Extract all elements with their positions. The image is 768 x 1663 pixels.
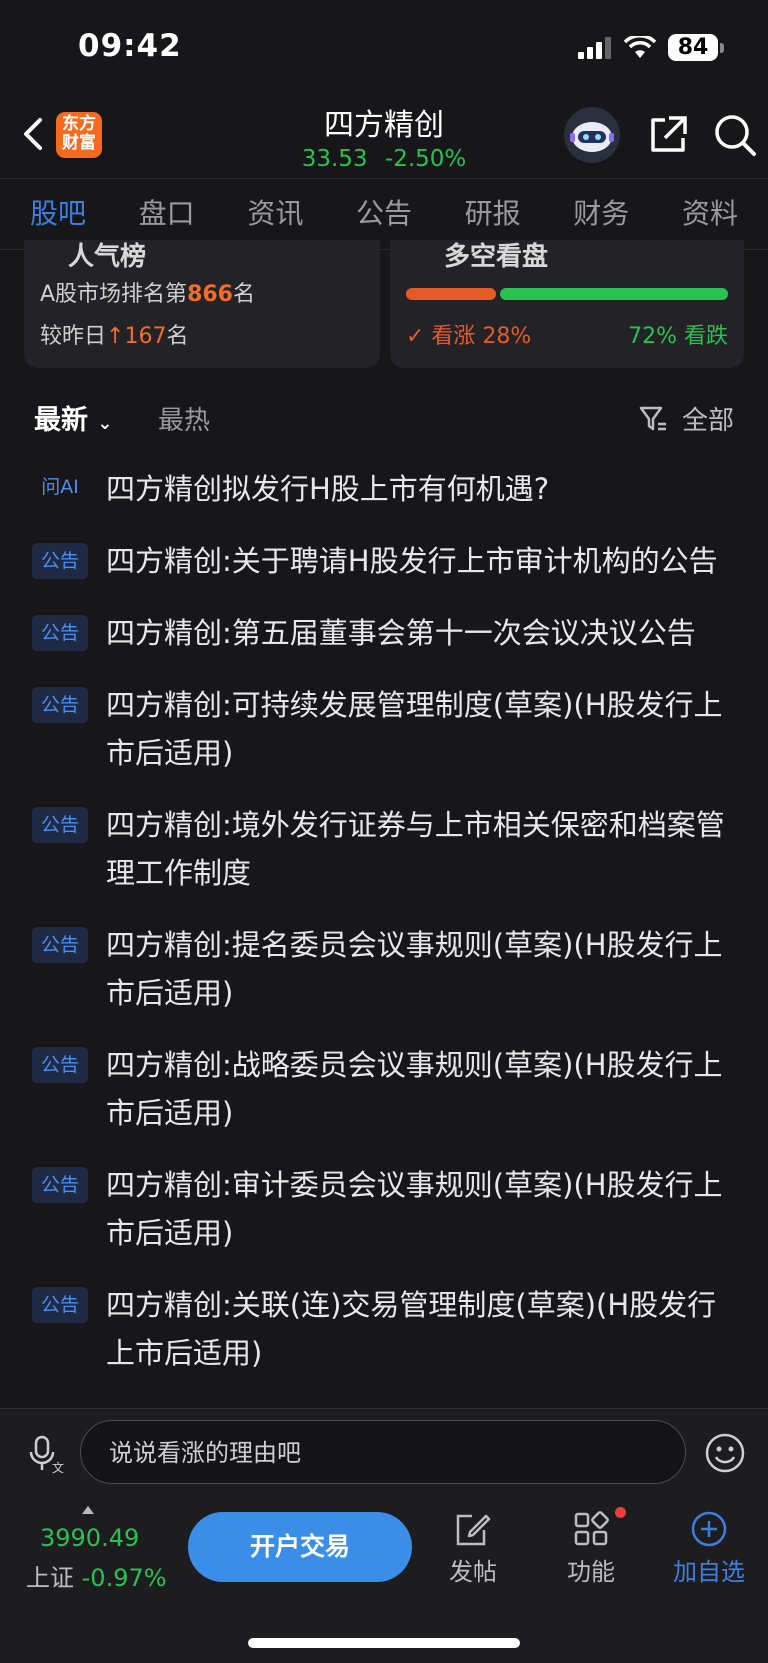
share-icon[interactable]	[645, 112, 691, 158]
post-feed: 问AI 四方精创拟发行H股上市有何机遇? 公告 四方精创:关于聘请H股发行上市审…	[32, 465, 742, 1401]
bearish-bar	[500, 288, 728, 300]
bullish-label[interactable]: ✓ 看涨 28%	[406, 318, 531, 350]
post-button[interactable]: 发帖	[428, 1510, 518, 1587]
tab-news[interactable]: 资讯	[247, 179, 303, 249]
filter-all[interactable]: 全部	[638, 400, 734, 437]
change-suffix: 名	[166, 324, 189, 349]
bearish-label[interactable]: 72% 看跌	[628, 318, 728, 350]
chevron-down-icon: ⌄	[97, 413, 113, 434]
notification-dot	[615, 1507, 626, 1518]
filter-latest-label: 最新	[34, 405, 88, 436]
tab-profile[interactable]: 资料	[682, 179, 738, 249]
battery-tip	[720, 42, 724, 53]
list-item[interactable]: 公告 四方精创:可持续发展管理制度(草案)(H股发行上市后适用)	[32, 681, 742, 777]
status-time: 09:42	[78, 28, 182, 64]
post-tag: 公告	[32, 1167, 88, 1203]
list-item[interactable]: 公告 四方精创:战略委员会议事规则(草案)(H股发行上市后适用)	[32, 1041, 742, 1137]
filter-icon	[639, 406, 666, 430]
expand-arrow-icon[interactable]	[82, 1506, 94, 1514]
post-tag: 公告	[32, 687, 88, 723]
list-item[interactable]: 公告 四方精创:提名委员会议事规则(草案)(H股发行上市后适用)	[32, 921, 742, 1017]
rank-prefix: A股市场排名第	[40, 282, 188, 307]
post-title: 四方精创:关联(连)交易管理制度(草案)(H股发行上市后适用)	[106, 1288, 717, 1370]
open-account-button[interactable]: 开户交易	[188, 1512, 412, 1582]
add-watchlist-label: 加自选	[673, 1558, 745, 1586]
tab-pankou[interactable]: 盘口	[139, 179, 195, 249]
rank-value: 866	[187, 282, 233, 307]
plus-circle-icon	[691, 1511, 727, 1547]
post-tag: 公告	[32, 1287, 88, 1323]
stock-change: -2.50%	[384, 146, 467, 172]
emoji-icon[interactable]	[704, 1432, 746, 1474]
list-item[interactable]: 公告 四方精创:境外发行证券与上市相关保密和档案管理工作制度	[32, 801, 742, 897]
list-item[interactable]: 问AI 四方精创拟发行H股上市有何机遇?	[32, 465, 742, 513]
filter-all-label: 全部	[681, 406, 734, 436]
home-indicator[interactable]	[248, 1638, 520, 1648]
market-rank: A股市场排名第866名	[40, 276, 255, 308]
index-value[interactable]: 3990.49	[40, 1524, 139, 1552]
robot-assistant-icon[interactable]	[564, 107, 620, 163]
list-item[interactable]: 公告 四方精创:关联(连)交易管理制度(草案)(H股发行上市后适用)	[32, 1281, 742, 1377]
stock-price: 33.53	[301, 146, 368, 172]
post-tag: 公告	[32, 807, 88, 843]
list-item[interactable]: 公告 四方精创:关于聘请H股发行上市审计机构的公告	[32, 537, 742, 585]
post-tag: 公告	[32, 543, 88, 579]
functions-label: 功能	[567, 1558, 615, 1586]
add-watchlist-button[interactable]: 加自选	[664, 1510, 754, 1587]
post-title: 四方精创拟发行H股上市有何机遇?	[106, 472, 550, 506]
sentiment-card-title: 多空看盘	[444, 242, 549, 272]
post-title: 四方精创:第五届董事会第十一次会议决议公告	[106, 616, 696, 650]
post-title: 四方精创:审计委员会议事规则(草案)(H股发行上市后适用)	[106, 1168, 723, 1250]
filter-hot[interactable]: 最热	[158, 400, 210, 437]
signal-icon	[578, 36, 611, 59]
post-title: 四方精创:境外发行证券与上市相关保密和档案管理工作制度	[106, 808, 725, 890]
tab-guba[interactable]: 股吧	[30, 179, 86, 249]
search-icon[interactable]	[712, 112, 758, 158]
popularity-card[interactable]: 人气榜 A股市场排名第866名 较昨日↑167名	[24, 240, 380, 368]
svg-text:文: 文	[52, 1460, 64, 1474]
post-title: 四方精创:可持续发展管理制度(草案)(H股发行上市后适用)	[106, 688, 723, 770]
post-tag: 问AI	[41, 476, 79, 498]
post-tag: 公告	[32, 615, 88, 651]
list-item[interactable]: 公告 四方精创:审计委员会议事规则(草案)(H股发行上市后适用)	[32, 1161, 742, 1257]
voice-input-icon[interactable]: 文	[26, 1434, 66, 1474]
post-tag: 公告	[32, 927, 88, 963]
popularity-card-title: 人气榜	[68, 242, 147, 272]
sentiment-card[interactable]: 多空看盘 ✓ 看涨 28% 72% 看跌	[390, 240, 744, 368]
edit-icon	[456, 1514, 491, 1546]
post-label: 发帖	[449, 1558, 497, 1586]
comment-input[interactable]: 说说看涨的理由吧	[80, 1420, 686, 1484]
tab-finance[interactable]: 财务	[573, 179, 629, 249]
bullish-bar	[406, 288, 496, 300]
rank-change: 较昨日↑167名	[40, 318, 188, 350]
index-label: 上证	[26, 1564, 74, 1592]
post-title: 四方精创:提名委员会议事规则(草案)(H股发行上市后适用)	[106, 928, 723, 1010]
tab-announcements[interactable]: 公告	[356, 179, 412, 249]
index-change: -0.97%	[81, 1564, 167, 1592]
change-prefix: 较昨日	[40, 324, 107, 349]
rank-suffix: 名	[233, 282, 256, 307]
index-name[interactable]: 上证 -0.97%	[26, 1558, 167, 1593]
filter-latest[interactable]: 最新 ⌄	[34, 398, 113, 437]
wifi-icon	[624, 35, 656, 58]
change-value: 167	[124, 324, 167, 349]
status-icons: 84	[578, 34, 724, 61]
battery-level: 84	[668, 34, 718, 61]
post-title: 四方精创:关于聘请H股发行上市审计机构的公告	[106, 544, 718, 578]
tab-research[interactable]: 研报	[465, 179, 521, 249]
post-title: 四方精创:战略委员会议事规则(草案)(H股发行上市后适用)	[106, 1048, 723, 1130]
rank-up-arrow-icon: ↑	[106, 324, 125, 349]
grid-icon	[574, 1511, 609, 1546]
list-item[interactable]: 公告 四方精创:第五届董事会第十一次会议决议公告	[32, 609, 742, 657]
post-tag: 公告	[32, 1047, 88, 1083]
functions-button[interactable]: 功能	[546, 1510, 636, 1587]
